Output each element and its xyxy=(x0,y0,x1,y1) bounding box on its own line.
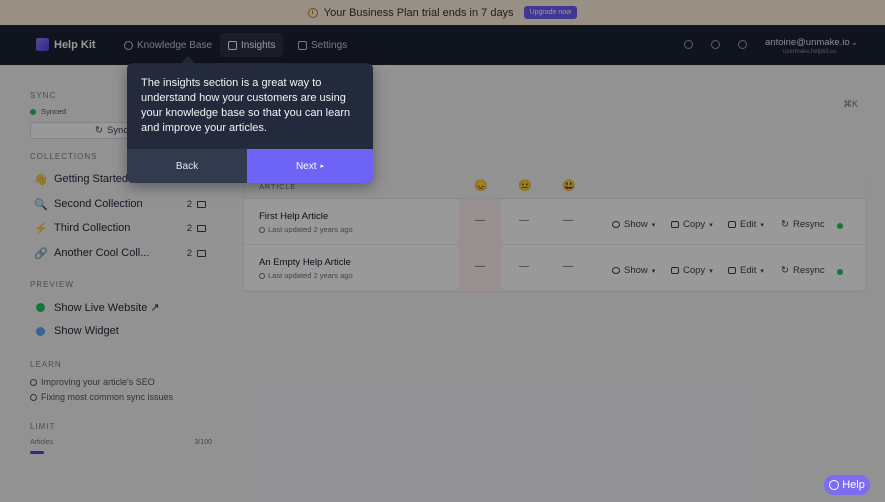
chevron-right-icon: ▸ xyxy=(320,163,325,170)
next-label: Next xyxy=(295,160,317,172)
help-button[interactable]: Help xyxy=(824,475,870,495)
help-label: Help xyxy=(842,479,865,491)
tour-back-button[interactable]: Back xyxy=(127,149,247,183)
tour-next-button[interactable]: Next ▸ xyxy=(247,149,373,183)
chat-icon xyxy=(829,480,840,490)
tour-tooltip: The insights section is a great way to u… xyxy=(127,63,373,183)
tooltip-text: The insights section is a great way to u… xyxy=(141,77,351,134)
